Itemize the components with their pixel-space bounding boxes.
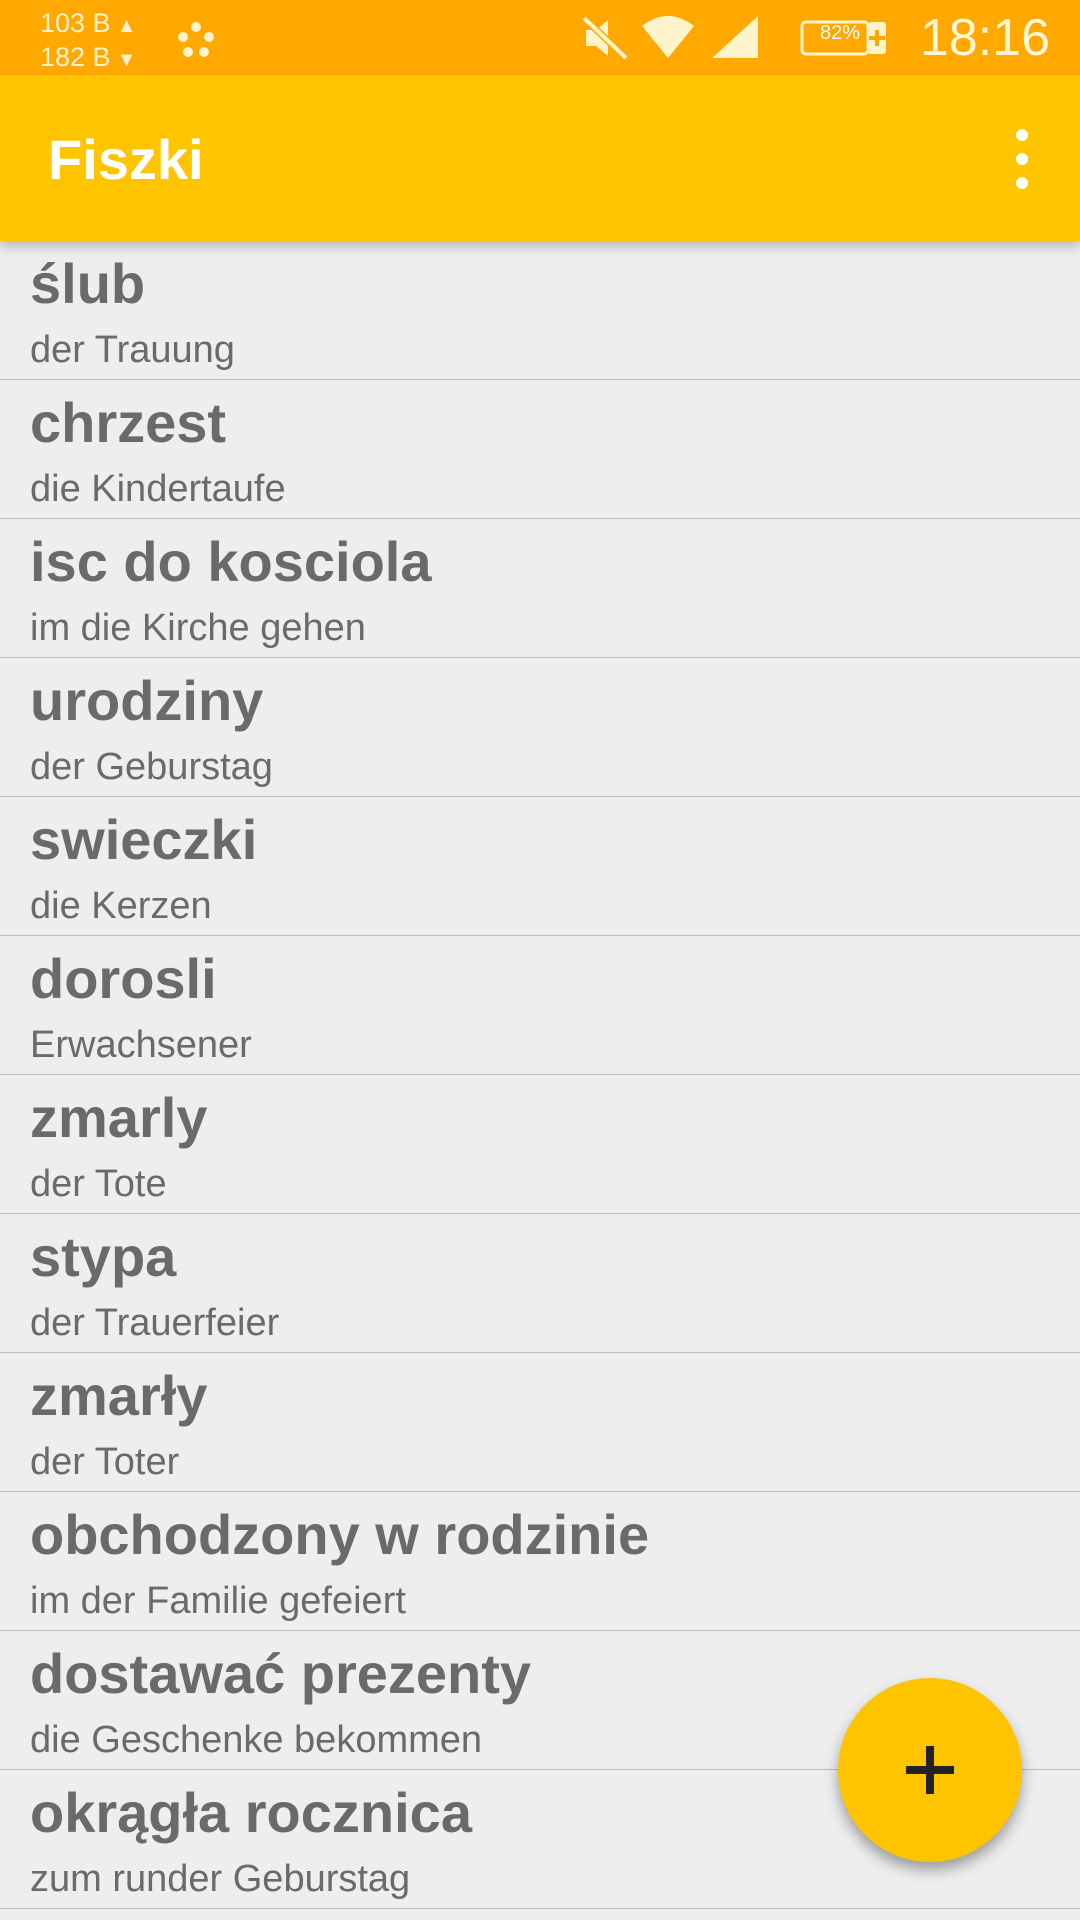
list-item[interactable]: urodziny der Geburstag	[0, 658, 1080, 797]
page-title: Fiszki	[48, 128, 204, 191]
network-speed-indicator: 103 B ▲ 182 B ▼	[40, 8, 136, 76]
flashcard-word: swieczki	[30, 808, 258, 871]
mute-icon	[581, 15, 629, 61]
flashcard-translation: der Tote	[30, 1163, 167, 1205]
flashcard-word: dorosli	[30, 947, 217, 1010]
list-item[interactable]: ślub der Trauung	[0, 241, 1080, 380]
flashcard-translation: Erwachsener	[30, 1024, 252, 1066]
list-item[interactable]: chrzest die Kindertaufe	[0, 380, 1080, 519]
download-speed: 182 B	[40, 42, 111, 72]
list-item[interactable]: zmarly der Tote	[0, 1075, 1080, 1214]
list-item[interactable]: dorosli Erwachsener	[0, 936, 1080, 1075]
flashcard-translation: der Trauerfeier	[30, 1302, 280, 1344]
flashcard-list: ślub der Trauung chrzest die Kindertaufe…	[0, 241, 1080, 1909]
more-vert-icon	[1016, 129, 1028, 141]
flashcard-word: ślub	[30, 252, 146, 315]
flashcard-word: isc do kosciola	[30, 530, 432, 593]
more-options-button[interactable]	[992, 119, 1052, 199]
flashcard-word: okrągła rocznica	[30, 1781, 472, 1844]
dots-icon	[178, 22, 214, 57]
status-bar: 103 B ▲ 182 B ▼ 82% 18:16	[0, 0, 1080, 75]
list-item[interactable]: isc do kosciola im die Kirche gehen	[0, 519, 1080, 658]
upload-speed: 103 B	[40, 8, 111, 38]
flashcard-word: obchodzony w rodzinie	[30, 1503, 650, 1566]
clock: 18:16	[919, 9, 1050, 67]
upload-arrow-icon: ▲	[116, 15, 137, 37]
flashcard-translation: im die Kirche gehen	[30, 607, 366, 649]
wifi-icon	[642, 16, 694, 58]
flashcard-word: urodziny	[30, 669, 264, 732]
flashcard-translation: die Kindertaufe	[30, 468, 286, 510]
list-item[interactable]: obchodzony w rodzinie im der Familie gef…	[0, 1492, 1080, 1631]
list-item[interactable]: stypa der Trauerfeier	[0, 1214, 1080, 1353]
flashcard-translation: zum runder Geburstag	[30, 1858, 411, 1900]
flashcard-word: zmarly	[30, 1086, 208, 1149]
flashcard-translation: im der Familie gefeiert	[30, 1580, 406, 1622]
flashcard-word: chrzest	[30, 391, 227, 454]
flashcard-translation: die Geschenke bekommen	[30, 1719, 483, 1761]
flashcard-translation: der Toter	[30, 1441, 180, 1483]
download-arrow-icon: ▼	[116, 49, 137, 71]
add-icon	[906, 1746, 954, 1794]
flashcard-translation: der Geburstag	[30, 746, 273, 788]
add-flashcard-button[interactable]	[838, 1678, 1022, 1862]
battery-percent: 82%	[819, 22, 861, 44]
list-item[interactable]: zmarły der Toter	[0, 1353, 1080, 1492]
flashcard-translation: der Trauung	[30, 329, 235, 371]
flashcard-word: stypa	[30, 1225, 177, 1288]
list-item[interactable]: swieczki die Kerzen	[0, 797, 1080, 936]
flashcard-word: dostawać prezenty	[30, 1642, 532, 1705]
flashcard-translation: die Kerzen	[30, 885, 212, 927]
flashcard-word: zmarły	[30, 1364, 208, 1427]
app-bar: Fiszki	[0, 75, 1080, 241]
signal-icon	[712, 16, 758, 58]
